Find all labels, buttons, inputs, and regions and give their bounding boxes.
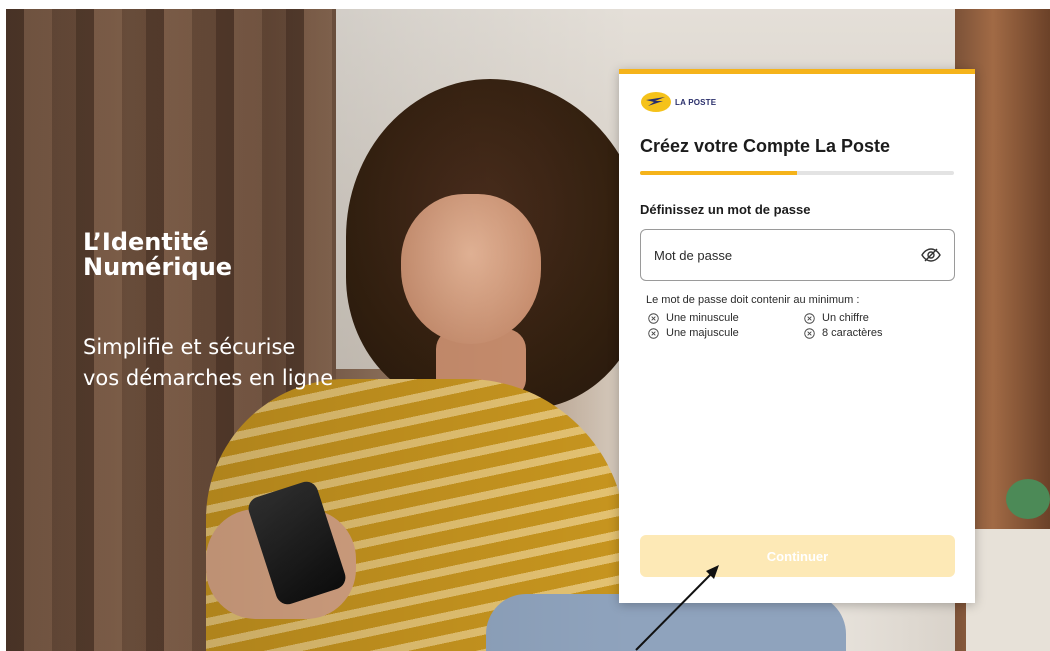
- circle-x-icon: [648, 327, 659, 339]
- signup-card: LA POSTE Créez votre Compte La Poste Déf…: [619, 69, 975, 603]
- circle-x-icon: [804, 312, 815, 324]
- hero-title: L’Identité Numérique: [83, 230, 232, 280]
- hero-title-line1: L’Identité: [83, 228, 209, 256]
- rule-label: Une minuscule: [666, 312, 739, 324]
- annotation-arrow-icon: [635, 565, 719, 651]
- eye-slash-icon[interactable]: [920, 246, 942, 264]
- rule-digit: Un chiffre: [804, 312, 948, 324]
- rule-uppercase: Une majuscule: [648, 327, 804, 339]
- card-title: Créez votre Compte La Poste: [640, 136, 891, 156]
- password-field[interactable]: [640, 229, 955, 281]
- password-input[interactable]: [654, 247, 920, 263]
- logo-text: LA POSTE: [675, 97, 717, 107]
- rule-min-length: 8 caractères: [804, 327, 948, 339]
- rule-label: 8 caractères: [822, 327, 883, 339]
- la-poste-logo-icon: [641, 92, 671, 112]
- hero-subtitle-line2: vos démarches en ligne: [83, 366, 334, 390]
- la-poste-logo: LA POSTE: [640, 91, 716, 113]
- hero-title-line2: Numérique: [83, 253, 233, 281]
- password-rules-intro: Le mot de passe doit contenir au minimum…: [646, 294, 860, 306]
- progress-bar-fill: [640, 171, 797, 175]
- circle-x-icon: [804, 327, 815, 339]
- circle-x-icon: [648, 312, 659, 324]
- hero-subtitle: Simplifie et sécurise vos démarches en l…: [83, 332, 333, 394]
- rule-lowercase: Une minuscule: [648, 312, 804, 324]
- rule-label: Un chiffre: [822, 312, 869, 324]
- hero-subtitle-line1: Simplifie et sécurise: [83, 335, 296, 359]
- section-title: Définissez un mot de passe: [640, 202, 811, 217]
- password-rules: Une minuscule Un chiffre Une majuscule 8…: [648, 312, 948, 339]
- rule-label: Une majuscule: [666, 327, 739, 339]
- progress-bar: [640, 171, 954, 175]
